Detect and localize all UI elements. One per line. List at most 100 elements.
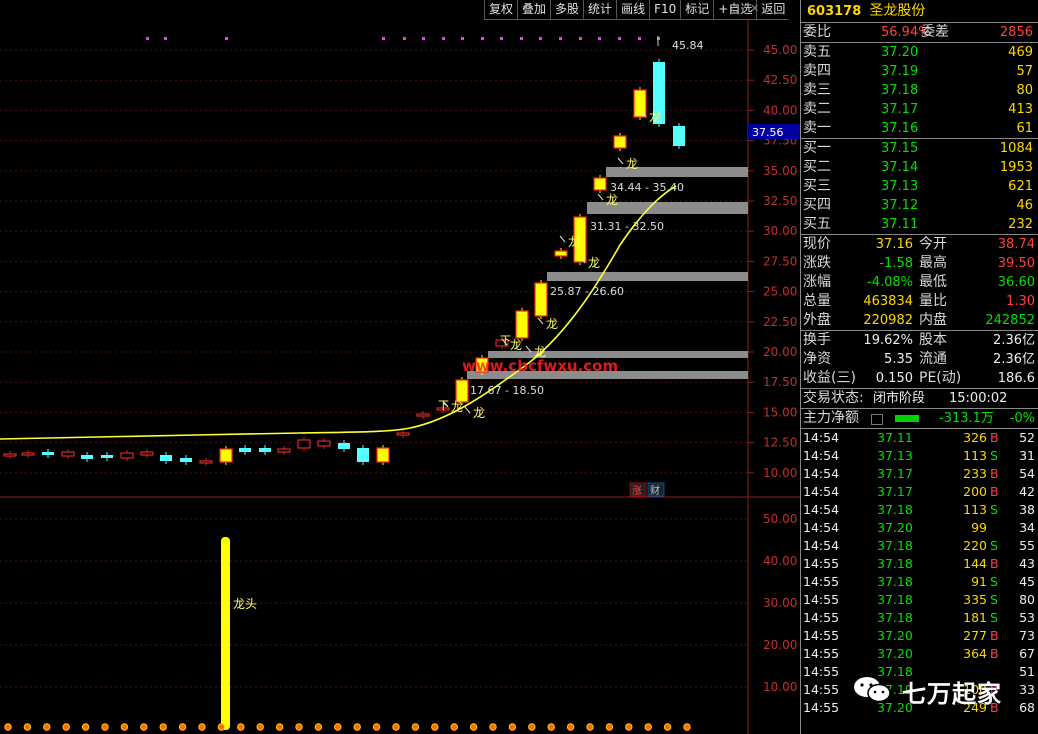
f10-button[interactable]: F10 <box>649 0 681 20</box>
tick-volume: 233 <box>963 466 987 481</box>
bottom-dot <box>295 723 303 731</box>
dragon-pointer <box>617 157 624 165</box>
tick-price: 37.11 <box>877 430 913 445</box>
netflow-label: 主力净额 <box>803 410 859 426</box>
price-axis-label: 42.50 <box>763 73 797 87</box>
close-icon[interactable]: ✕ <box>750 2 759 15</box>
ask-price: 37.19 <box>881 64 919 79</box>
bid-label: 买三 <box>803 178 831 194</box>
price-axis-label: 30.00 <box>763 224 797 238</box>
ask-row: 卖一 37.16 61 <box>801 119 1038 138</box>
ask-row: 卖五 37.20 469 <box>801 43 1038 62</box>
ask-label: 卖五 <box>803 44 831 60</box>
tick-price: 37.20 <box>877 646 913 661</box>
price-chart[interactable]: 45.0042.5040.0037.5035.0032.5030.0027.50… <box>0 20 800 734</box>
price-axis-label: 17.50 <box>763 375 797 389</box>
trade-status-value: 闭市阶段 <box>873 391 926 406</box>
bid-label: 买五 <box>803 216 831 232</box>
zone-label-3: 25.87 - 26.60 <box>550 285 624 298</box>
trade-status-time: 15:00:02 <box>949 391 1008 406</box>
bottom-dot <box>528 723 536 731</box>
candle-body <box>61 451 75 457</box>
price-axis-label: 22.50 <box>763 315 797 329</box>
overlay-button[interactable]: 叠加 <box>517 0 551 20</box>
ask-volume: 57 <box>1016 64 1033 79</box>
tick-count: 55 <box>1019 538 1035 553</box>
signal-dot <box>520 37 523 40</box>
fuquan-button[interactable]: 复权 <box>484 0 518 20</box>
stat-value: 37.16 <box>875 237 913 252</box>
tick-row: 14:55 37.18 335 S 80 <box>801 591 1038 609</box>
price-axis-label: 32.50 <box>763 194 797 208</box>
bottom-dot <box>81 723 90 731</box>
bid-volume: 1953 <box>999 160 1033 175</box>
current-price-text: 37.56 <box>752 126 784 139</box>
signal-dot <box>579 37 582 40</box>
tick-time: 14:55 <box>803 628 840 643</box>
stat-value-2: 242852 <box>985 313 1035 328</box>
tick-volume: 113 <box>963 448 987 463</box>
stat-label-2: 内盘 <box>919 312 947 328</box>
dragon-pointer <box>559 235 566 243</box>
ask-volume: 61 <box>1016 121 1033 136</box>
tick-price: 37.18 <box>877 574 913 589</box>
candle-inner <box>617 138 623 146</box>
bid-row: 买四 37.12 46 <box>801 196 1038 215</box>
bottom-dot <box>217 723 226 731</box>
signal-dots <box>146 37 660 40</box>
candle-body <box>81 455 93 459</box>
draw-line-button[interactable]: 画线 <box>616 0 650 20</box>
bottom-dot <box>178 723 187 731</box>
tick-count: 67 <box>1019 646 1035 661</box>
weibi-row: 委比 56.94% 委差 2856 <box>801 23 1038 43</box>
tick-price: 37.18 <box>877 592 913 607</box>
candle-body <box>259 448 271 452</box>
ask-price: 37.16 <box>881 121 919 136</box>
netflow-icon[interactable] <box>871 414 883 425</box>
mark-button[interactable]: 标记 <box>680 0 714 20</box>
tick-count: 73 <box>1019 628 1035 643</box>
bottom-dot <box>4 723 12 731</box>
signal-dot <box>481 37 484 40</box>
signal-dot <box>618 37 621 40</box>
diamond-icon[interactable]: ◇ <box>731 2 739 15</box>
candle-inner <box>223 451 229 460</box>
tick-direction: S <box>990 610 998 625</box>
stat-label: 收益(三) <box>803 370 856 386</box>
stat-value: 463834 <box>863 294 913 309</box>
bid-label: 买四 <box>803 197 831 213</box>
tick-time: 14:55 <box>803 610 840 625</box>
stat-label-2: 今开 <box>919 236 947 252</box>
bid-book: 买一 37.15 1084 买二 37.14 1953 买三 37.13 621 买四… <box>801 139 1038 235</box>
stat-label: 涨幅 <box>803 274 831 290</box>
multi-stock-button[interactable]: 多股 <box>550 0 584 20</box>
ask-label: 卖四 <box>803 63 831 79</box>
zone-label-2: 31.31 - 32.50 <box>590 220 664 233</box>
bottom-dot <box>663 723 672 731</box>
tick-row: 14:54 37.20 99 34 <box>801 519 1038 537</box>
tick-direction: B <box>990 484 999 499</box>
bottom-dot <box>159 723 167 731</box>
candle-body <box>317 440 331 447</box>
tick-row: 14:54 37.18 220 S 55 <box>801 537 1038 555</box>
bid-row: 买二 37.14 1953 <box>801 158 1038 177</box>
back-button[interactable]: 返回 <box>756 0 790 20</box>
stat-label-2: 流通 <box>919 351 947 367</box>
bottom-dot <box>566 723 575 731</box>
signal-dot <box>500 37 503 40</box>
tick-price: 37.18 <box>877 610 913 625</box>
stat-value-2: 36.60 <box>997 275 1035 290</box>
tick-row: 14:54 37.18 113 S 38 <box>801 501 1038 519</box>
wechat-icon <box>854 677 891 703</box>
candle-body <box>396 432 410 436</box>
tick-time: 14:54 <box>803 448 840 463</box>
bottom-dot <box>683 723 691 731</box>
candle-body <box>357 448 369 462</box>
candle-body <box>180 458 192 462</box>
bottom-dot <box>489 723 497 731</box>
statistics-button[interactable]: 统计 <box>583 0 617 20</box>
tick-time: 14:55 <box>803 574 840 589</box>
stat-row: 换手 19.62% 股本 2.36亿 <box>801 331 1038 350</box>
signal-dot <box>225 37 228 40</box>
candle-body <box>673 126 685 146</box>
